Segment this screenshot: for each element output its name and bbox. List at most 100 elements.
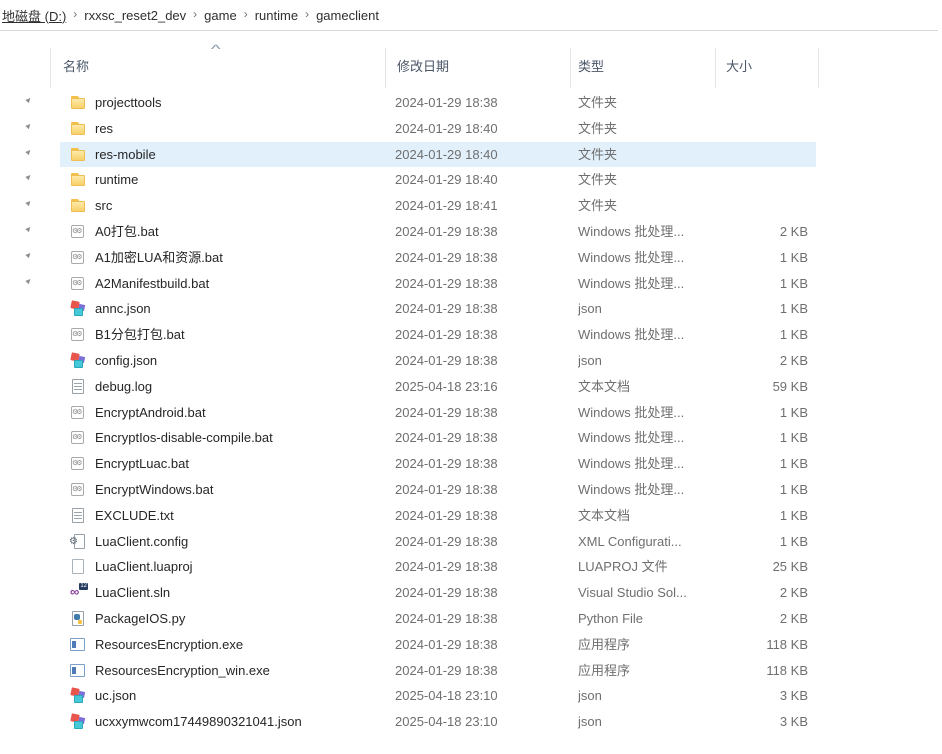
file-date-modified: 2024-01-29 18:41 xyxy=(395,193,565,219)
file-size: 2 KB xyxy=(690,580,808,606)
table-row[interactable]: src 2024-01-29 18:41 文件夹 xyxy=(0,193,942,219)
file-name[interactable]: EncryptWindows.bat xyxy=(95,477,385,503)
table-row[interactable]: LuaClient.sln 2024-01-29 18:38 Visual St… xyxy=(0,580,942,606)
file-name[interactable]: B1分包打包.bat xyxy=(95,322,385,348)
bat-icon xyxy=(70,482,87,498)
table-row[interactable]: projecttools 2024-01-29 18:38 文件夹 xyxy=(0,90,942,116)
file-name[interactable]: LuaClient.config xyxy=(95,529,385,555)
column-divider[interactable] xyxy=(818,48,819,88)
column-header-date-modified[interactable]: 修改日期 xyxy=(397,46,449,88)
file-name[interactable]: config.json xyxy=(95,348,385,374)
column-header-size[interactable]: 大小 xyxy=(726,46,752,88)
file-name[interactable]: ResourcesEncryption.exe xyxy=(95,632,385,658)
breadcrumb-item-gameclient[interactable]: gameclient xyxy=(316,8,379,23)
table-row[interactable]: EncryptWindows.bat 2024-01-29 18:38 Wind… xyxy=(0,477,942,503)
file-date-modified: 2024-01-29 18:38 xyxy=(395,477,565,503)
file-name[interactable]: EncryptLuac.bat xyxy=(95,451,385,477)
column-divider[interactable] xyxy=(50,48,51,88)
table-row[interactable]: EXCLUDE.txt 2024-01-29 18:38 文本文档 1 KB xyxy=(0,503,942,529)
table-row[interactable]: A0打包.bat 2024-01-29 18:38 Windows 批处理...… xyxy=(0,219,942,245)
file-size: 1 KB xyxy=(690,503,808,529)
file-name[interactable]: ResourcesEncryption_win.exe xyxy=(95,658,385,684)
file-name[interactable]: runtime xyxy=(95,167,385,193)
file-name[interactable]: EncryptAndroid.bat xyxy=(95,400,385,426)
folder-icon xyxy=(70,147,87,163)
file-date-modified: 2024-01-29 18:38 xyxy=(395,245,565,271)
file-name[interactable]: A0打包.bat xyxy=(95,219,385,245)
table-row[interactable]: res 2024-01-29 18:40 文件夹 xyxy=(0,116,942,142)
table-row[interactable]: debug.log 2025-04-18 23:16 文本文档 59 KB xyxy=(0,374,942,400)
file-list: projecttools 2024-01-29 18:38 文件夹 res 20… xyxy=(0,90,942,735)
table-row[interactable]: EncryptIos-disable-compile.bat 2024-01-2… xyxy=(0,425,942,451)
file-size: 1 KB xyxy=(690,529,808,555)
file-type: 文件夹 xyxy=(578,142,710,168)
sort-ascending-icon: ^ xyxy=(211,42,221,56)
file-size: 1 KB xyxy=(690,271,808,297)
column-divider[interactable] xyxy=(385,48,386,88)
file-name[interactable]: PackageIOS.py xyxy=(95,606,385,632)
breadcrumb-item-game[interactable]: game xyxy=(204,8,237,23)
column-header-name[interactable]: 名称 xyxy=(63,46,89,88)
table-row[interactable]: LuaClient.config 2024-01-29 18:38 XML Co… xyxy=(0,529,942,555)
table-row[interactable]: PackageIOS.py 2024-01-29 18:38 Python Fi… xyxy=(0,606,942,632)
column-divider[interactable] xyxy=(570,48,571,88)
json-icon xyxy=(70,353,87,369)
file-name[interactable]: LuaClient.luaproj xyxy=(95,554,385,580)
file-name[interactable]: A2Manifestbuild.bat xyxy=(95,271,385,297)
table-row[interactable]: EncryptLuac.bat 2024-01-29 18:38 Windows… xyxy=(0,451,942,477)
file-date-modified: 2024-01-29 18:38 xyxy=(395,632,565,658)
file-date-modified: 2024-01-29 18:38 xyxy=(395,451,565,477)
table-row[interactable]: res-mobile 2024-01-29 18:40 文件夹 xyxy=(0,142,942,168)
row-marker-icon xyxy=(25,170,35,180)
table-row[interactable]: runtime 2024-01-29 18:40 文件夹 xyxy=(0,167,942,193)
file-name[interactable]: res-mobile xyxy=(95,142,385,168)
file-name[interactable]: debug.log xyxy=(95,374,385,400)
file-name[interactable]: ucxxymwcom17449890321041.json xyxy=(95,709,385,735)
file-name[interactable]: EXCLUDE.txt xyxy=(95,503,385,529)
folder-icon xyxy=(70,198,87,214)
column-divider[interactable] xyxy=(715,48,716,88)
row-marker-icon xyxy=(25,145,35,155)
file-size: 2 KB xyxy=(690,219,808,245)
file-size: 2 KB xyxy=(690,606,808,632)
file-date-modified: 2024-01-29 18:38 xyxy=(395,219,565,245)
json-icon xyxy=(70,688,87,704)
file-name[interactable]: A1加密LUA和资源.bat xyxy=(95,245,385,271)
table-row[interactable]: B1分包打包.bat 2024-01-29 18:38 Windows 批处理.… xyxy=(0,322,942,348)
file-date-modified: 2024-01-29 18:40 xyxy=(395,167,565,193)
table-row[interactable]: EncryptAndroid.bat 2024-01-29 18:38 Wind… xyxy=(0,400,942,426)
bat-icon xyxy=(70,276,87,292)
file-size: 118 KB xyxy=(690,658,808,684)
bat-icon xyxy=(70,250,87,266)
table-row[interactable]: ResourcesEncryption.exe 2024-01-29 18:38… xyxy=(0,632,942,658)
breadcrumb-item-rxxsc-reset2-dev[interactable]: rxxsc_reset2_dev xyxy=(84,8,186,23)
file-name[interactable]: projecttools xyxy=(95,90,385,116)
table-row[interactable]: A2Manifestbuild.bat 2024-01-29 18:38 Win… xyxy=(0,271,942,297)
breadcrumb-chevron-icon: › xyxy=(193,7,197,21)
column-header-type[interactable]: 类型 xyxy=(578,46,604,88)
file-explorer-window: 地磁盘 (D:) › rxxsc_reset2_dev › game › run… xyxy=(0,0,942,754)
table-row[interactable]: annc.json 2024-01-29 18:38 json 1 KB xyxy=(0,296,942,322)
breadcrumb-item-runtime[interactable]: runtime xyxy=(255,8,298,23)
file-date-modified: 2025-04-18 23:10 xyxy=(395,709,565,735)
file-name[interactable]: uc.json xyxy=(95,683,385,709)
table-row[interactable]: A1加密LUA和资源.bat 2024-01-29 18:38 Windows … xyxy=(0,245,942,271)
breadcrumb: 地磁盘 (D:) › rxxsc_reset2_dev › game › run… xyxy=(0,0,942,30)
breadcrumb-item-drive[interactable]: 地磁盘 (D:) xyxy=(2,6,66,25)
table-row[interactable]: ucxxymwcom17449890321041.json 2025-04-18… xyxy=(0,709,942,735)
file-name[interactable]: EncryptIos-disable-compile.bat xyxy=(95,425,385,451)
file-size: 1 KB xyxy=(690,477,808,503)
file-size: 59 KB xyxy=(690,374,808,400)
file-name[interactable]: annc.json xyxy=(95,296,385,322)
file-name[interactable]: LuaClient.sln xyxy=(95,580,385,606)
table-row[interactable]: ResourcesEncryption_win.exe 2024-01-29 1… xyxy=(0,658,942,684)
file-name[interactable]: src xyxy=(95,193,385,219)
table-row[interactable]: uc.json 2025-04-18 23:10 json 3 KB xyxy=(0,683,942,709)
table-row[interactable]: config.json 2024-01-29 18:38 json 2 KB xyxy=(0,348,942,374)
file-date-modified: 2024-01-29 18:38 xyxy=(395,271,565,297)
file-date-modified: 2024-01-29 18:38 xyxy=(395,529,565,555)
file-name[interactable]: res xyxy=(95,116,385,142)
table-row[interactable]: LuaClient.luaproj 2024-01-29 18:38 LUAPR… xyxy=(0,554,942,580)
bat-icon xyxy=(70,430,87,446)
breadcrumb-chevron-icon: › xyxy=(305,7,309,21)
